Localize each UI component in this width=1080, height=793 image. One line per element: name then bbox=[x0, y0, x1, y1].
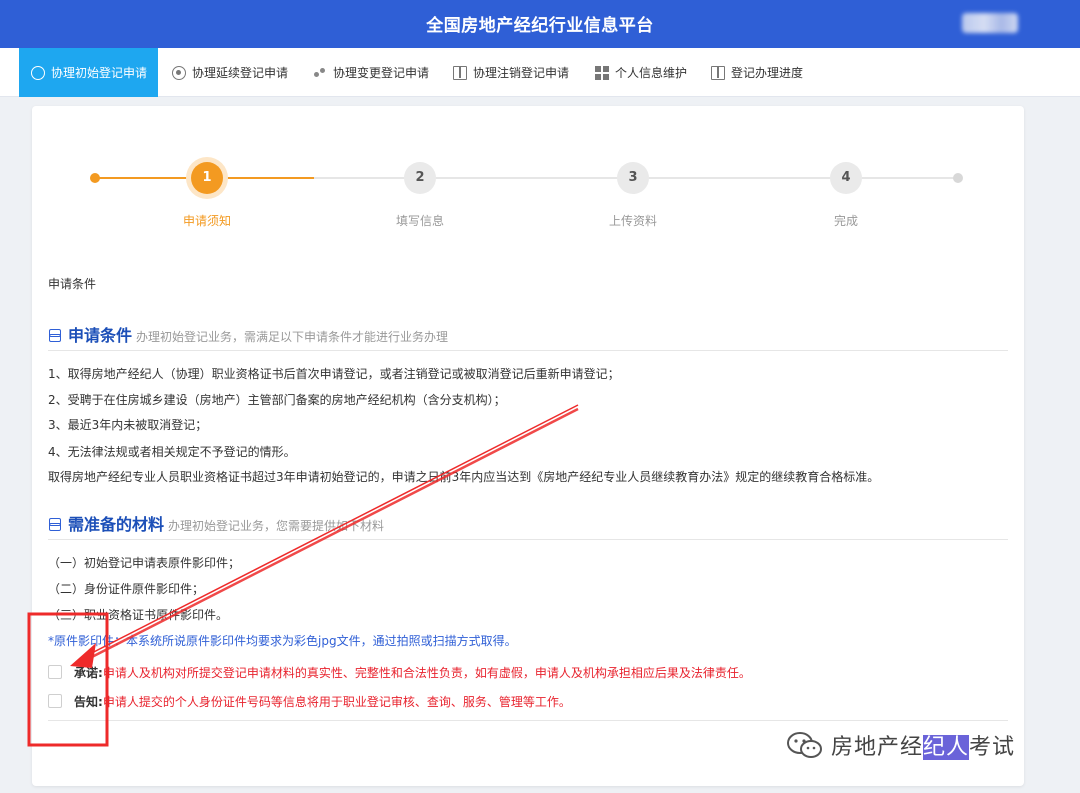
section-subtitle: 办理初始登记业务，您需要提供如下材料 bbox=[168, 519, 385, 533]
nav-tab-label: 协理注销登记申请 bbox=[473, 66, 570, 80]
agreement-text: 申请人提交的个人身份证件号码等信息将用于职业登记审核、查询、服务、管理等工作。 bbox=[102, 694, 571, 709]
nav-tab-renewal-registration[interactable]: 协理延续登记申请 bbox=[172, 48, 288, 97]
clock-icon bbox=[31, 65, 45, 80]
section-divider bbox=[48, 350, 1008, 351]
section-conditions-header: 申请条件 办理初始登记业务，需满足以下申请条件才能进行业务办理 bbox=[48, 322, 448, 346]
agreement-text: 申请人及机构对所提交登记申请材料的真实性、完整性和合法性负责，如有虚假，申请人及… bbox=[102, 665, 751, 680]
nav-tab-label: 协理延续登记申请 bbox=[192, 66, 289, 80]
watermark-text: 房地产经纪人考试 bbox=[831, 729, 1015, 761]
section-subtitle: 办理初始登记业务，需满足以下申请条件才能进行业务办理 bbox=[136, 330, 449, 344]
nav-tab-label: 协理初始登记申请 bbox=[51, 66, 148, 80]
step-start-dot bbox=[90, 173, 100, 183]
material-item: （二）身份证件原件影印件； bbox=[48, 582, 205, 596]
step-2-label: 填写信息 bbox=[395, 214, 444, 228]
condition-item: 2、受聘于在住房城乡建设（房地产）主管部门备案的房地产经纪机构（含分支机构）； bbox=[48, 393, 506, 407]
agreement-commitment-row: 承诺: 申请人及机构对所提交登记申请材料的真实性、完整性和合法性负责，如有虚假，… bbox=[48, 664, 751, 680]
section-divider bbox=[48, 539, 1008, 540]
commitment-checkbox[interactable] bbox=[48, 665, 62, 679]
agreement-notice-row: 告知: 申请人提交的个人身份证件号码等信息将用于职业登记审核、查询、服务、管理等… bbox=[48, 693, 571, 709]
step-progress: 1 2 3 4 申请须知 填写信息 上传资料 完成 bbox=[32, 106, 1024, 246]
nav-tab-label: 协理变更登记申请 bbox=[333, 66, 430, 80]
book-icon bbox=[453, 65, 467, 80]
bottom-divider bbox=[48, 720, 1008, 721]
layers-icon bbox=[48, 518, 62, 531]
step-3-number: 3 bbox=[617, 162, 649, 194]
nav-tab-cancel-registration[interactable]: 协理注销登记申请 bbox=[453, 48, 569, 97]
dots-icon bbox=[313, 66, 327, 80]
step-end-dot bbox=[953, 173, 963, 183]
book-icon bbox=[711, 65, 725, 80]
nav-tab-label: 个人信息维护 bbox=[615, 66, 688, 80]
grid-icon bbox=[595, 65, 609, 80]
nav-tab-label: 登记办理进度 bbox=[731, 66, 804, 80]
step-4-number: 4 bbox=[830, 162, 862, 194]
material-item: （一）初始登记申请表原件影印件； bbox=[48, 556, 241, 570]
platform-title: 全国房地产经纪行业信息平台 bbox=[426, 16, 654, 36]
watermark-text-part: 房地产经 bbox=[831, 735, 924, 760]
section-title: 需准备的材料 bbox=[68, 515, 165, 534]
agreement-key: 告知: bbox=[74, 694, 103, 709]
step-2-number: 2 bbox=[404, 162, 436, 194]
wechat-icon bbox=[787, 732, 822, 758]
agreement-key: 承诺: bbox=[74, 665, 103, 680]
condition-note: 取得房地产经纪专业人员职业资格证书超过3年申请初始登记的，申请之日前3年内应当达… bbox=[48, 470, 880, 484]
layers-icon bbox=[48, 329, 62, 342]
nav-tab-progress[interactable]: 登记办理进度 bbox=[711, 48, 803, 97]
step-3-label: 上传资料 bbox=[608, 214, 657, 228]
condition-item: 1、取得房地产经纪人（协理）职业资格证书后首次申请登记，或者注销登记或被取消登记… bbox=[48, 367, 620, 381]
step-1-number: 1 bbox=[191, 162, 223, 194]
nav-tab-personal-info[interactable]: 个人信息维护 bbox=[595, 48, 687, 97]
page-label: 申请条件 bbox=[48, 277, 97, 291]
notice-checkbox[interactable] bbox=[48, 694, 62, 708]
condition-item: 4、无法律法规或者相关规定不予登记的情形。 bbox=[48, 445, 296, 459]
content-card: 1 2 3 4 申请须知 填写信息 上传资料 完成 申请条件 申请条件 办理初始… bbox=[32, 106, 1024, 786]
condition-item: 3、最近3年内未被取消登记； bbox=[48, 418, 208, 432]
step-1-label: 申请须知 bbox=[182, 214, 231, 228]
top-header: 全国房地产经纪行业信息平台 bbox=[0, 0, 1080, 48]
target-icon bbox=[172, 65, 186, 80]
watermark-text-highlight: 纪人 bbox=[923, 735, 970, 760]
main-nav: 协理初始登记申请 协理延续登记申请 协理变更登记申请 协理注销登记申请 个人信息… bbox=[0, 48, 1080, 97]
watermark-text-part: 考试 bbox=[969, 735, 1016, 760]
nav-tab-change-registration[interactable]: 协理变更登记申请 bbox=[313, 48, 429, 97]
section-title: 申请条件 bbox=[68, 326, 133, 345]
material-item: （三）职业资格证书原件影印件。 bbox=[48, 608, 229, 622]
watermark: 房地产经纪人考试 bbox=[785, 728, 1015, 762]
user-avatar-blurred[interactable] bbox=[962, 13, 1018, 33]
materials-note: *原件影印件：本系统所说原件影印件均要求为彩色jpg文件，通过拍照或扫描方式取得… bbox=[48, 634, 517, 648]
section-materials-header: 需准备的材料 办理初始登记业务，您需要提供如下材料 bbox=[48, 511, 384, 535]
step-4-label: 完成 bbox=[833, 214, 858, 228]
nav-tab-initial-registration[interactable]: 协理初始登记申请 bbox=[19, 48, 159, 97]
